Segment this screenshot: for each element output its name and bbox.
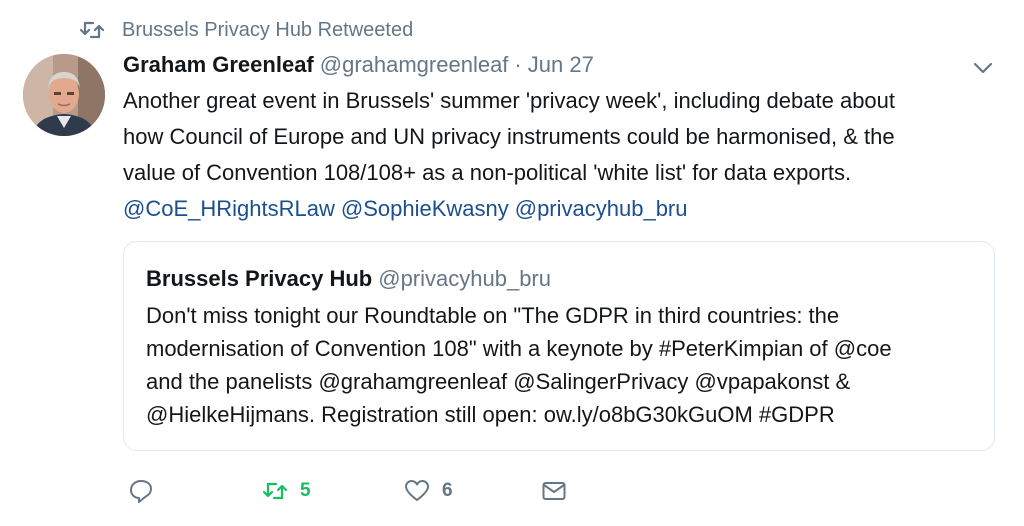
tweet-header: Graham Greenleaf @grahamgreenleaf · Jun … (123, 50, 594, 80)
tweet-text-line: how Council of Europe and UN privacy ins… (123, 124, 895, 149)
mention-link[interactable]: @SophieKwasny (341, 196, 509, 221)
mention-link[interactable]: @CoE_HRightsRLaw (123, 196, 335, 221)
quoted-tweet-text: Don't miss tonight our Roundtable on "Th… (146, 299, 986, 431)
envelope-icon (542, 482, 566, 500)
separator-dot: · (514, 52, 522, 77)
retweet-icon (80, 21, 104, 39)
tweet-text: Another great event in Brussels' summer … (123, 83, 1003, 227)
like-count: 6 (442, 480, 453, 501)
avatar[interactable] (23, 54, 105, 136)
retweet-count: 5 (300, 480, 311, 501)
author-name[interactable]: Graham Greenleaf (123, 52, 314, 78)
quoted-author-handle: @privacyhub_bru (378, 266, 551, 291)
retweet-icon (262, 482, 288, 500)
quoted-text-line: and the panelists @grahamgreenleaf @Sali… (146, 369, 851, 394)
mention-link[interactable]: @privacyhub_bru (515, 196, 688, 221)
author-handle[interactable]: @grahamgreenleaf (320, 52, 509, 78)
avatar-photo (23, 54, 105, 136)
retweet-button[interactable]: 5 (262, 475, 311, 507)
quoted-text-line: modernisation of Convention 108" with a … (146, 336, 892, 361)
tweet-date[interactable]: Jun 27 (528, 52, 594, 78)
retweeted-by-label[interactable]: Brussels Privacy Hub Retweeted (122, 19, 413, 42)
quoted-author-name: Brussels Privacy Hub (146, 266, 373, 291)
heart-icon (405, 480, 429, 501)
tweet-actions: 5 6 (0, 475, 1024, 511)
quoted-text-line: @HielkeHijmans. Registration still open:… (146, 402, 835, 427)
tweet-mentions: @CoE_HRightsRLaw @SophieKwasny @privacyhub… (123, 191, 1003, 227)
quoted-tweet-header: Brussels Privacy Hub @privacyhub_bru (146, 266, 551, 292)
chevron-down-icon[interactable] (972, 60, 994, 76)
like-button[interactable]: 6 (404, 475, 453, 507)
retweet-banner[interactable]: Brussels Privacy Hub Retweeted (80, 16, 413, 44)
reply-icon (130, 480, 152, 503)
direct-message-button[interactable] (541, 475, 567, 507)
reply-button[interactable] (128, 475, 154, 507)
tweet-text-line: Another great event in Brussels' summer … (123, 88, 896, 113)
tweet-text-line: value of Convention 108/108+ as a non-po… (123, 160, 852, 185)
quoted-text-line: Don't miss tonight our Roundtable on "Th… (146, 303, 840, 328)
quoted-tweet[interactable]: Brussels Privacy Hub @privacyhub_bru Don… (123, 241, 995, 451)
